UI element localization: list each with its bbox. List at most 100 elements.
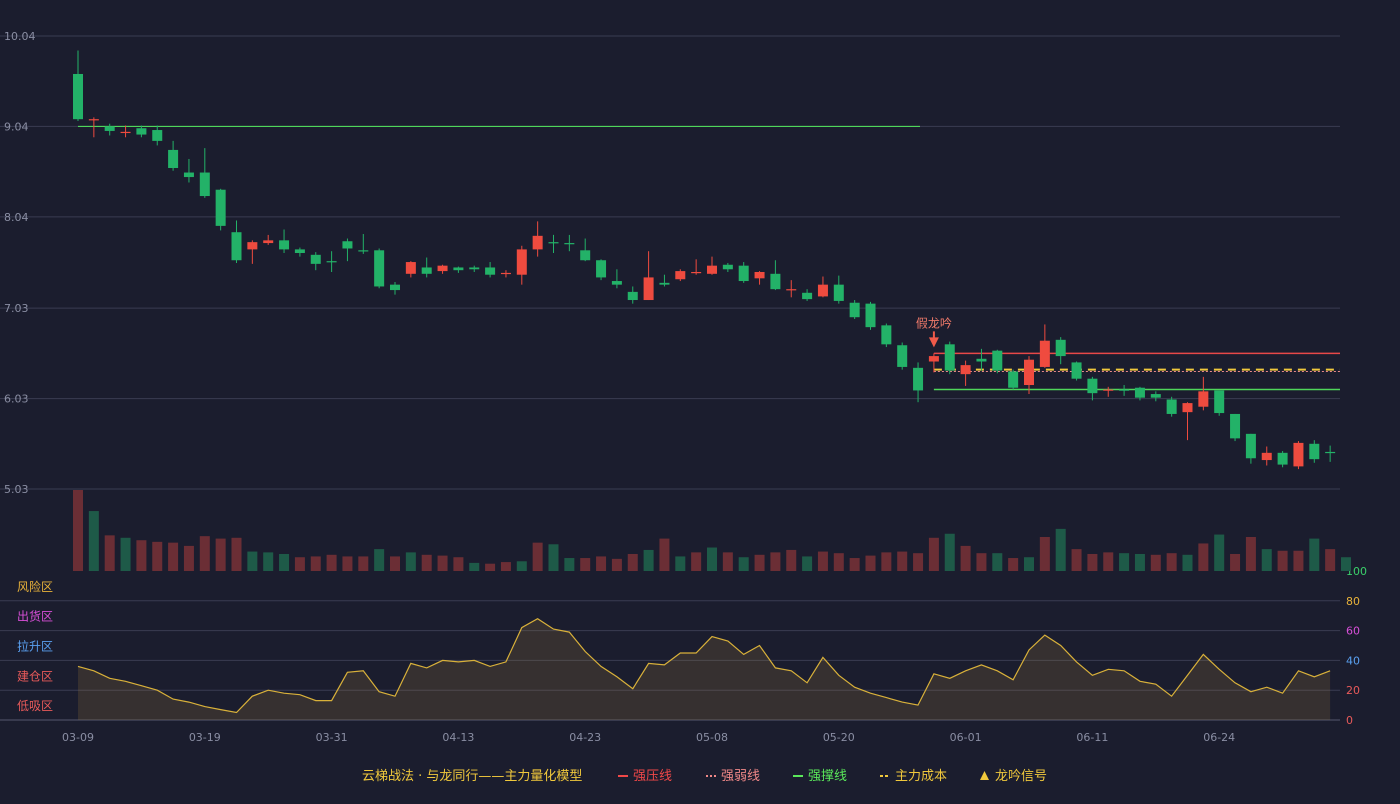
candle-body [390,284,400,291]
volume-bar [279,553,290,571]
candle [390,281,400,295]
volume-bar [1230,553,1241,571]
volume-bar [500,562,511,571]
candle [1309,440,1320,463]
indicator-tick-label: 60 [1346,625,1360,638]
x-tick-label: 06-11 [1076,731,1108,744]
zone-label: 拉升区 [17,639,53,654]
volume-bar [802,556,813,571]
candle [643,251,654,301]
volume-bar [707,547,717,571]
volume-bar [913,553,924,571]
candle-body [215,189,226,226]
price-tick-label: 5.03 [4,483,29,496]
candle-body [1198,391,1209,407]
candle-body [754,271,765,279]
candle [358,234,369,254]
volume-bar [88,511,99,571]
zone-label: 低吸区 [17,699,53,713]
candle-body [1325,451,1336,454]
candle [611,269,622,289]
volume-bar [310,556,321,571]
volume-bar [580,558,591,571]
signal-label: 假龙吟 [916,315,952,330]
volume-bar [1055,528,1066,571]
price-tick-label: 9.04 [4,120,29,133]
signal-arrow [928,337,939,348]
candle-body [738,265,749,282]
volume-bars [73,490,1351,571]
candle-body [1182,403,1193,413]
candle [849,300,860,320]
volume-bar [849,558,860,571]
candle-body [1261,452,1272,461]
candle-body [1309,443,1320,460]
candle-body [928,356,939,362]
volume-bar [738,557,749,571]
candle [1214,390,1225,416]
candle-body [833,284,844,301]
candle-body [564,243,575,245]
candle-body [643,277,654,301]
candle [1039,324,1050,368]
volume-bar [136,540,147,571]
volume-bar [152,541,163,571]
volume-bar [928,537,939,571]
volume-bar [817,551,828,571]
x-tick-label: 06-01 [950,731,982,744]
volume-bar [944,533,955,571]
candle [1245,433,1256,464]
indicator-tick-label: 40 [1346,654,1360,667]
candle-body [516,249,527,275]
candle-body [73,73,83,120]
price-tick-label: 7.03 [4,302,29,315]
volume-bar [643,549,654,571]
candle [738,262,749,283]
volume-bar [754,554,765,571]
candle [516,245,527,285]
candle-body [548,242,559,244]
candle-body [231,232,242,261]
candle-body [168,149,179,169]
candle-body [707,265,717,274]
candle-body [659,282,670,285]
candle [1119,385,1130,396]
candle-body [183,172,194,178]
volume-bar [104,535,115,571]
x-tick-label: 04-23 [569,731,601,744]
candle [136,125,147,138]
candle [247,240,258,264]
candle-body [627,291,638,301]
volume-bar [263,552,274,571]
candle-body [580,250,591,261]
volume-bar [374,549,385,571]
candle-body [199,172,210,197]
legend-label: 强弱线 [721,769,760,784]
candle [897,342,908,370]
x-tick-label: 05-20 [823,731,855,744]
candle-body [358,250,369,252]
candle [675,269,686,282]
volume-bar [548,544,559,571]
candle-body [1166,399,1177,414]
candle [580,238,591,262]
candle [1325,445,1336,462]
volume-bar [1134,553,1145,571]
x-tick-label: 03-19 [189,731,221,744]
candle [421,257,432,278]
legend-item: 强压线 [618,769,672,784]
candle-body [960,365,971,375]
legend-label: 强压线 [633,769,672,784]
candle-body [897,345,908,367]
volume-bar [1293,550,1304,571]
candle [215,188,226,231]
x-tick-label: 03-09 [62,731,94,744]
candle-body [1087,378,1098,394]
candle-body [611,281,622,285]
volume-bar [183,545,194,571]
candle-body [421,267,432,274]
volume-bar [1087,553,1098,571]
volume-bar [1182,554,1193,571]
volume-bar [1071,549,1082,571]
candle-body [1245,433,1256,459]
